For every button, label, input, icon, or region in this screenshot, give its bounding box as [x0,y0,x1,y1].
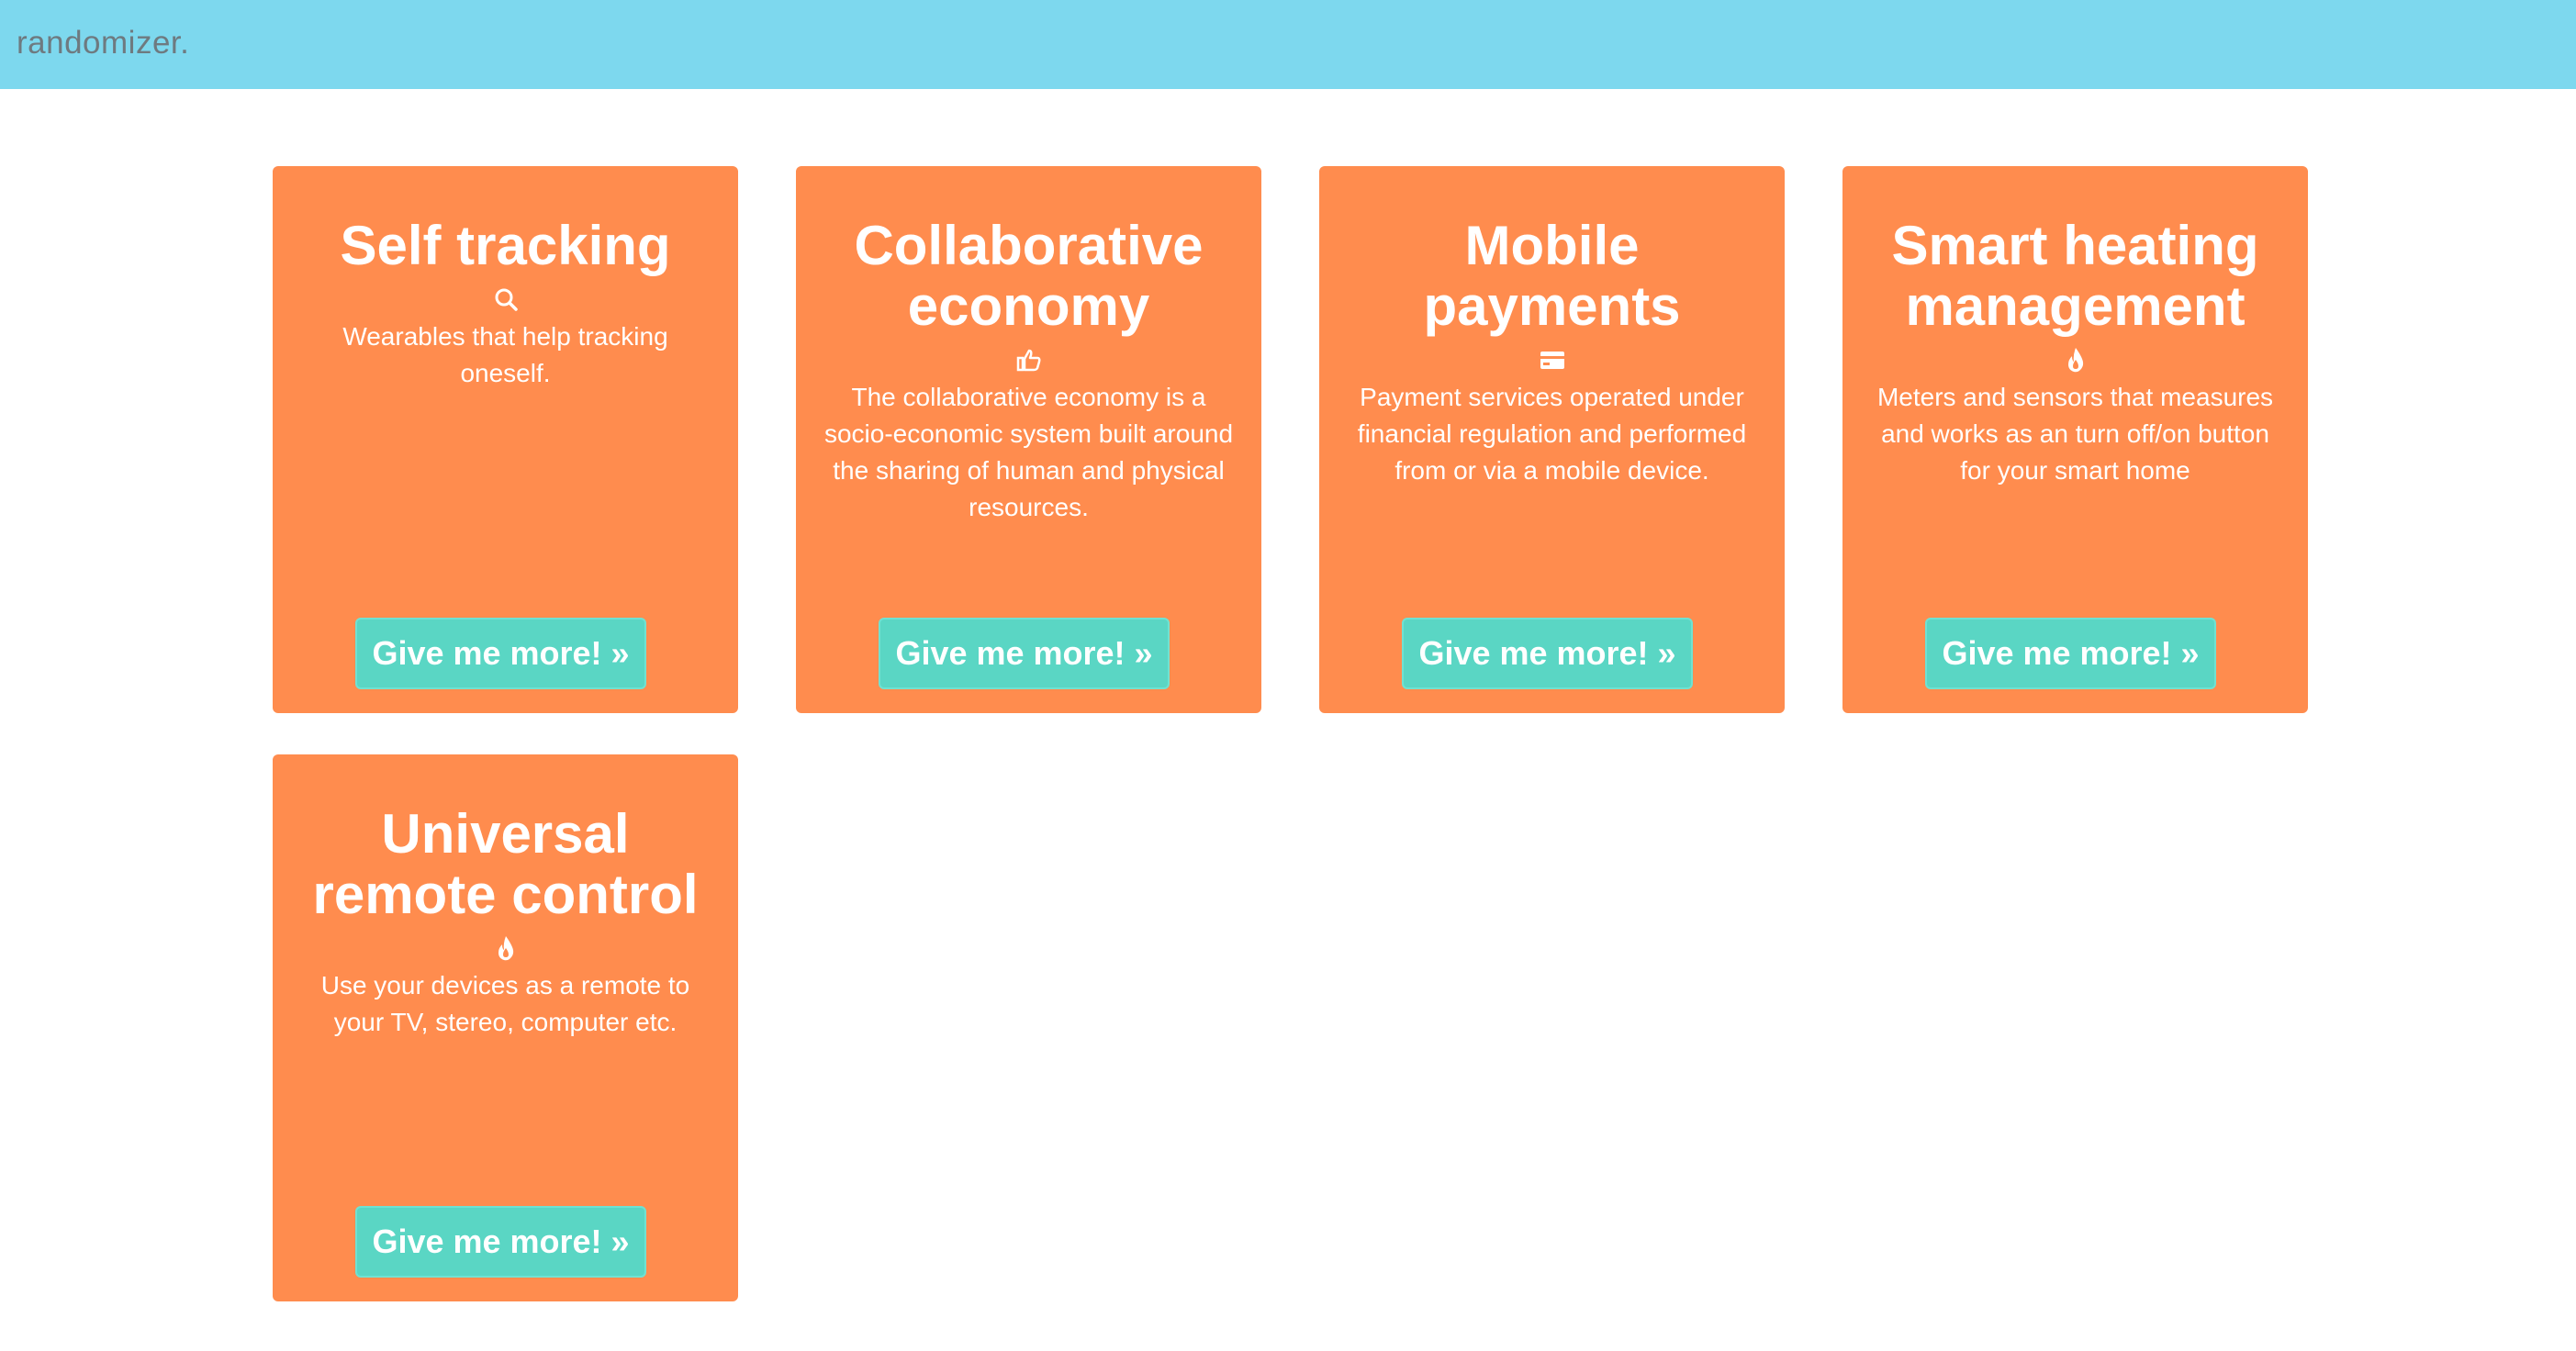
card-universal-remote-control: Universal remote control Use your device… [273,754,738,1301]
card-smart-heating-management: Smart heating management Meters and sens… [1842,166,2308,713]
search-icon [492,285,520,313]
card-title: Self tracking [340,215,671,276]
flame-icon [2062,346,2089,374]
flame-icon [492,934,520,962]
card-self-tracking: Self tracking Wearables that help tracki… [273,166,738,713]
card-title: Mobile payments [1423,215,1681,337]
brand-logo[interactable]: randomizer. [17,24,189,62]
give-me-more-button[interactable]: Give me more! » [879,618,1170,689]
card-description: Wearables that help tracking oneself. [342,322,668,387]
card-description: Payment services operated under financia… [1357,383,1747,485]
card-collaborative-economy: Collaborative economy The collaborative … [796,166,1261,713]
card-mobile-payments: Mobile payments Payment services operate… [1319,166,1785,713]
thumbs-up-icon [1015,346,1043,374]
credit-card-icon [1539,346,1566,374]
card-description: Meters and sensors that measures and wor… [1876,383,2274,485]
card-description: Use your devices as a remote to your TV,… [320,971,690,1036]
navbar: randomizer. [0,0,2576,89]
card-title: Collaborative economy [854,215,1204,337]
card-description: The collaborative economy is a socio-eco… [823,383,1234,521]
give-me-more-button[interactable]: Give me more! » [355,618,646,689]
give-me-more-button[interactable]: Give me more! » [1402,618,1693,689]
card-title: Smart heating management [1891,215,2259,337]
give-me-more-button[interactable]: Give me more! » [1925,618,2216,689]
card-title: Universal remote control [312,803,699,925]
give-me-more-button[interactable]: Give me more! » [355,1206,646,1278]
